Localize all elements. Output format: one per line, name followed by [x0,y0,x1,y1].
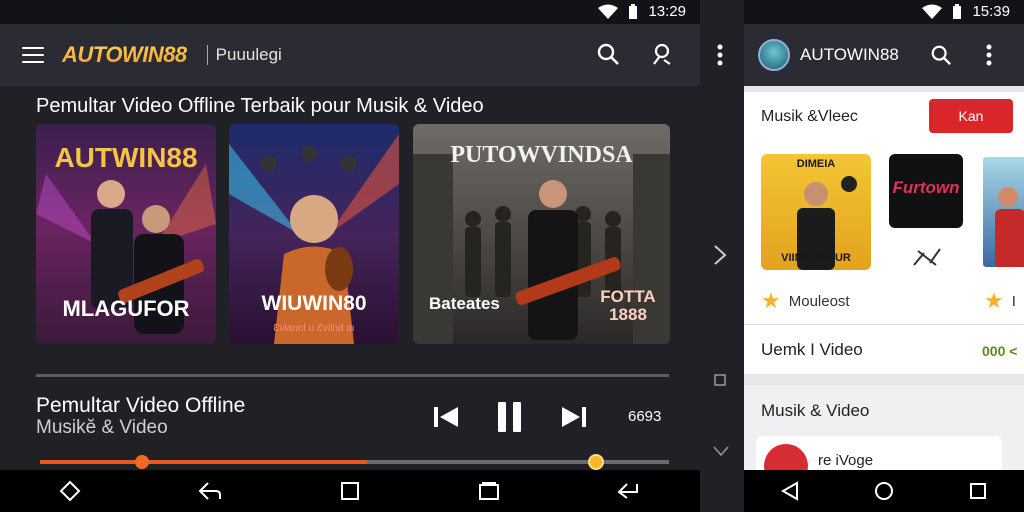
divider [744,324,1024,325]
navigation-bar [0,470,700,512]
star-icon: ★ [761,288,781,313]
poster-title: PUTOWVINDSA [450,142,633,168]
left-phone-screen: 13:29 AUTOWIN88 Puuulegi Pemultar Video … [0,0,700,512]
navigation-bar [744,470,1024,512]
rating: ★ I [984,288,1016,314]
home-icon[interactable] [340,481,360,501]
poster-title: AUTWIN88 [54,142,198,173]
cast-icon[interactable] [650,42,674,66]
right-phone-screen: 15:39 AUTOWIN88 Musik &Vleec Kan DIMEIA … [744,0,1024,512]
seek-bar[interactable] [40,454,669,470]
overflow-menu-icon[interactable] [717,44,723,66]
status-bar: 15:39 [744,0,1024,24]
status-bar: 13:29 [0,0,700,24]
next-icon[interactable] [562,406,586,428]
list-item-label: re iVoge [818,452,874,469]
now-playing-subtitle: Musikĕ & Video [36,417,168,438]
wifi-icon [922,4,943,19]
playback-time: 6693 [628,408,662,425]
now-playing-title: Pemultar Video Offline [36,394,246,417]
recents-icon[interactable] [478,481,500,501]
search-icon[interactable] [596,42,620,66]
chevron-right-icon[interactable] [713,244,727,266]
menu-icon[interactable] [22,47,44,63]
album-tile[interactable]: DIMEIA VIINE 3BUUR [761,154,871,270]
more-icon[interactable] [986,44,992,66]
section-title: Musik &Vleec [761,108,858,125]
video-card[interactable]: PUTOWVINDSA Bateates FOTTA 1888 [413,124,670,344]
back-icon[interactable] [198,480,222,502]
rating-label: Mouleost [788,292,850,310]
tile-title: Furtown [892,178,960,197]
list-row-indicator: 000 < [982,343,1018,359]
previous-icon[interactable] [434,406,458,428]
wifi-icon [598,4,619,19]
battery-icon [629,3,638,19]
video-card[interactable]: AUTWIN88 MLAGUFOR [36,124,216,344]
tile-label: VIINE 3BUUR [781,252,851,264]
avatar[interactable] [758,39,790,71]
status-time: 15:39 [972,3,1010,20]
seek-thumb[interactable] [135,455,149,469]
rating: ★ Mouleost [761,288,850,314]
diamond-nav-icon[interactable] [59,480,81,502]
shuffle-icon[interactable] [912,245,942,269]
status-time: 13:29 [648,3,686,20]
star-icon: ★ [984,288,1004,313]
list-row-label[interactable]: Uemk I Video [761,340,863,360]
back-icon[interactable] [781,481,799,501]
playback-controls [434,402,586,432]
album-tile[interactable] [980,154,1024,270]
poster-sublabel: Ɛvianol ʊ Ɛvilnd ɑı [273,323,355,334]
poster-label: WIUWIN80 [261,292,367,315]
seek-end-thumb[interactable] [588,454,604,470]
tile-title: DIMEIA [796,158,836,170]
battery-icon [953,3,962,19]
section-title: Pemultar Video Offline Terbaik pour Musi… [36,95,484,117]
search-icon[interactable] [930,44,952,66]
app-bar: AUTOWIN88 [744,24,1024,86]
app-bar-subtitle: Puuulegi [206,45,282,65]
app-logo: AUTOWIN88 [62,42,187,67]
video-card[interactable]: WIUWIN80 Ɛvianol ʊ Ɛvilnd ɑı [229,124,399,344]
album-tile[interactable]: Furtown [889,154,963,228]
recents-icon[interactable] [969,482,987,500]
rating-label: I [1011,292,1016,310]
section-title: Musik & Video [761,401,870,420]
split-divider [700,0,744,512]
divider [36,374,669,377]
seek-bar-fill [40,460,368,464]
pause-icon[interactable] [498,402,522,432]
square-icon[interactable] [714,374,726,386]
home-icon[interactable] [874,481,894,501]
chevron-down-icon[interactable] [712,445,730,457]
poster-label: MLAGUFOR [62,296,190,321]
reply-icon[interactable] [617,480,641,502]
app-bar: AUTOWIN88 Puuulegi [0,24,700,86]
app-title: AUTOWIN88 [800,45,899,64]
poster-badge: FOTTA 1888 [600,287,656,324]
action-button[interactable]: Kan [929,99,1013,133]
poster-label: Bateates [429,294,500,313]
